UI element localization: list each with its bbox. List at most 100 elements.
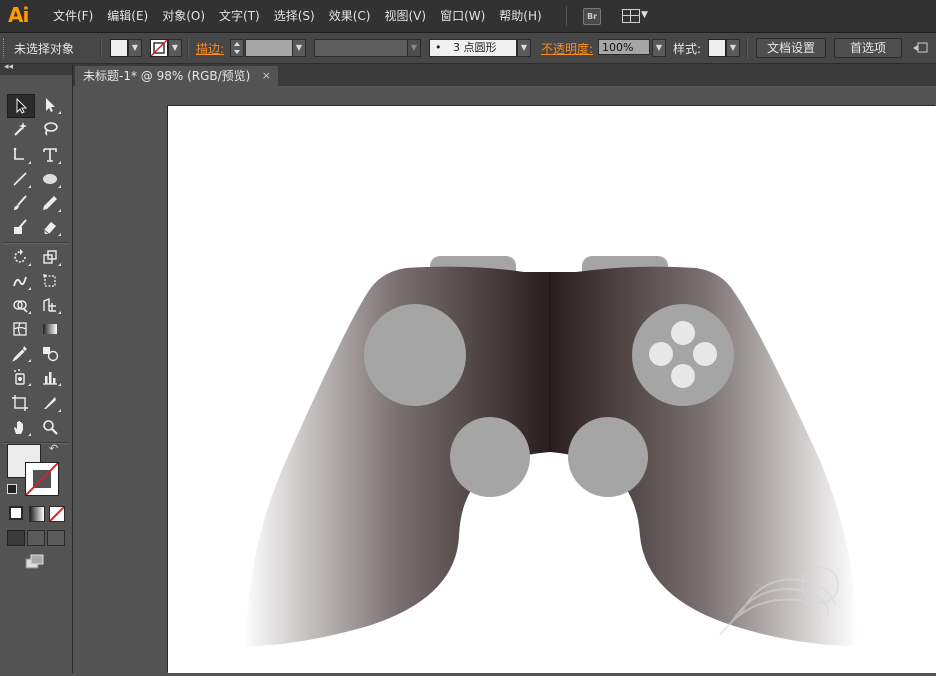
brush-label: 3 点圆形 (453, 41, 497, 54)
menu-edit[interactable]: 编辑(E) (100, 0, 155, 32)
line-tool-icon[interactable] (7, 168, 33, 190)
default-fill-stroke-icon[interactable] (7, 484, 17, 494)
draw-behind-icon[interactable] (27, 530, 45, 546)
opacity-input[interactable]: 100% (598, 39, 650, 55)
selection-tool-icon[interactable] (7, 94, 35, 118)
zoom-tool-icon[interactable] (37, 416, 63, 438)
menu-object[interactable]: 对象(O) (155, 0, 212, 32)
close-tab-icon[interactable]: × (262, 66, 271, 86)
tool-row (7, 144, 67, 168)
workspace-switcher-icon[interactable]: ▼ (622, 9, 650, 23)
none-mode-icon[interactable] (49, 506, 65, 522)
action-button-bottom[interactable] (671, 364, 695, 388)
stroke-weight-input[interactable] (245, 39, 293, 57)
menu-file[interactable]: 文件(F) (46, 0, 100, 32)
gradient-mode-icon[interactable] (29, 506, 45, 522)
watermark-logo (719, 566, 839, 636)
pen-tool-icon[interactable] (7, 144, 33, 166)
menu-effect[interactable]: 效果(C) (322, 0, 378, 32)
control-bar-grip[interactable] (3, 38, 6, 58)
profile-chevron-icon[interactable]: ▼ (407, 39, 421, 57)
menu-type[interactable]: 文字(T) (212, 0, 267, 32)
eyedropper-tool-icon[interactable] (7, 342, 33, 364)
lasso-tool-icon[interactable] (37, 118, 63, 140)
draw-normal-icon[interactable] (7, 530, 25, 546)
fill-stroke-widget: ↶ (7, 442, 63, 500)
screen-mode-icon[interactable] (24, 554, 46, 570)
artboard-tool-icon[interactable] (7, 392, 33, 414)
stroke-label[interactable]: 描边: (196, 40, 224, 57)
stroke-swatch[interactable] (150, 39, 168, 57)
left-joystick[interactable] (364, 304, 466, 406)
document-tab-title: 未标题-1* @ 98% (RGB/预览) (83, 69, 251, 83)
menu-items: 文件(F) 编辑(E) 对象(O) 文字(T) 选择(S) 效果(C) 视图(V… (46, 0, 549, 32)
action-button-top[interactable] (671, 321, 695, 345)
opacity-label[interactable]: 不透明度: (541, 40, 593, 57)
draw-mode-row (7, 530, 67, 546)
document-setup-button[interactable]: 文档设置 (756, 38, 826, 58)
graphic-style-swatch[interactable] (708, 39, 726, 57)
gradient-tool-icon[interactable] (37, 318, 63, 340)
document-tab[interactable]: 未标题-1* @ 98% (RGB/预览) × (75, 66, 278, 86)
menu-view[interactable]: 视图(V) (377, 0, 433, 32)
shape-builder-tool-icon[interactable] (7, 294, 33, 316)
menu-select[interactable]: 选择(S) (267, 0, 322, 32)
style-chevron-icon[interactable]: ▼ (726, 39, 740, 57)
perspective-grid-tool-icon[interactable] (37, 294, 63, 316)
pencil-tool-icon[interactable] (37, 192, 63, 214)
stroke-color-box[interactable] (25, 462, 59, 496)
ellipse-tool-icon[interactable] (37, 168, 63, 190)
symbol-sprayer-tool-icon[interactable] (7, 366, 33, 388)
blend-tool-icon[interactable] (37, 342, 63, 364)
divider (100, 38, 102, 58)
bridge-button[interactable]: Br (583, 8, 601, 25)
tool-row (7, 294, 67, 318)
paintbrush-tool-icon[interactable] (7, 192, 33, 214)
color-mode-row (9, 506, 65, 522)
right-thumbstick[interactable] (568, 417, 648, 497)
tool-row (7, 118, 67, 142)
stroke-weight-chevron-icon[interactable]: ▼ (292, 39, 306, 57)
action-button-left[interactable] (649, 342, 673, 366)
control-bar: 未选择对象 ▼ ▼ 描边: ▼ ▼ • 3 点圆形 ▼ 不透明度: 100% ▼… (0, 33, 936, 64)
hand-tool-icon[interactable] (7, 416, 33, 438)
blob-brush-tool-icon[interactable] (7, 216, 33, 238)
color-mode-icon[interactable] (9, 506, 23, 520)
tools-panel-header[interactable]: ◂◂ (0, 62, 72, 75)
action-button-pad[interactable] (632, 304, 734, 406)
left-thumbstick[interactable] (450, 417, 530, 497)
draw-inside-icon[interactable] (47, 530, 65, 546)
app-logo: Ai (8, 3, 29, 27)
brush-chevron-icon[interactable]: ▼ (517, 39, 531, 57)
warp-tool-icon[interactable] (7, 270, 33, 292)
panel-menu-icon[interactable] (912, 40, 930, 56)
brush-definition-field[interactable]: • 3 点圆形 (429, 39, 517, 57)
action-button-right[interactable] (693, 342, 717, 366)
slice-tool-icon[interactable] (37, 392, 63, 414)
variable-width-profile[interactable] (314, 39, 408, 57)
direct-selection-tool-icon[interactable] (37, 94, 63, 116)
tool-row (7, 246, 67, 270)
tool-row (7, 318, 67, 342)
scale-tool-icon[interactable] (37, 246, 63, 268)
collapse-icon[interactable]: ◂◂ (4, 62, 13, 72)
mesh-tool-icon[interactable] (7, 318, 33, 340)
tool-row (7, 392, 67, 416)
preferences-button[interactable]: 首选项 (834, 38, 902, 58)
type-tool-icon[interactable] (37, 144, 63, 166)
swap-fill-stroke-icon[interactable]: ↶ (49, 442, 58, 455)
fill-dropdown-chevron-icon[interactable]: ▼ (128, 39, 142, 57)
fill-swatch[interactable] (110, 39, 128, 57)
stroke-weight-stepper[interactable] (230, 39, 244, 57)
tool-row (7, 192, 67, 216)
rotate-tool-icon[interactable] (7, 246, 33, 268)
magic-wand-tool-icon[interactable] (7, 118, 33, 140)
free-transform-tool-icon[interactable] (37, 270, 63, 292)
stroke-dropdown-chevron-icon[interactable]: ▼ (168, 39, 182, 57)
column-graph-tool-icon[interactable] (37, 366, 63, 388)
eraser-tool-icon[interactable] (37, 216, 63, 238)
divider (746, 38, 748, 58)
menu-help[interactable]: 帮助(H) (492, 0, 548, 32)
opacity-chevron-icon[interactable]: ▼ (652, 39, 666, 57)
menu-window[interactable]: 窗口(W) (433, 0, 492, 32)
